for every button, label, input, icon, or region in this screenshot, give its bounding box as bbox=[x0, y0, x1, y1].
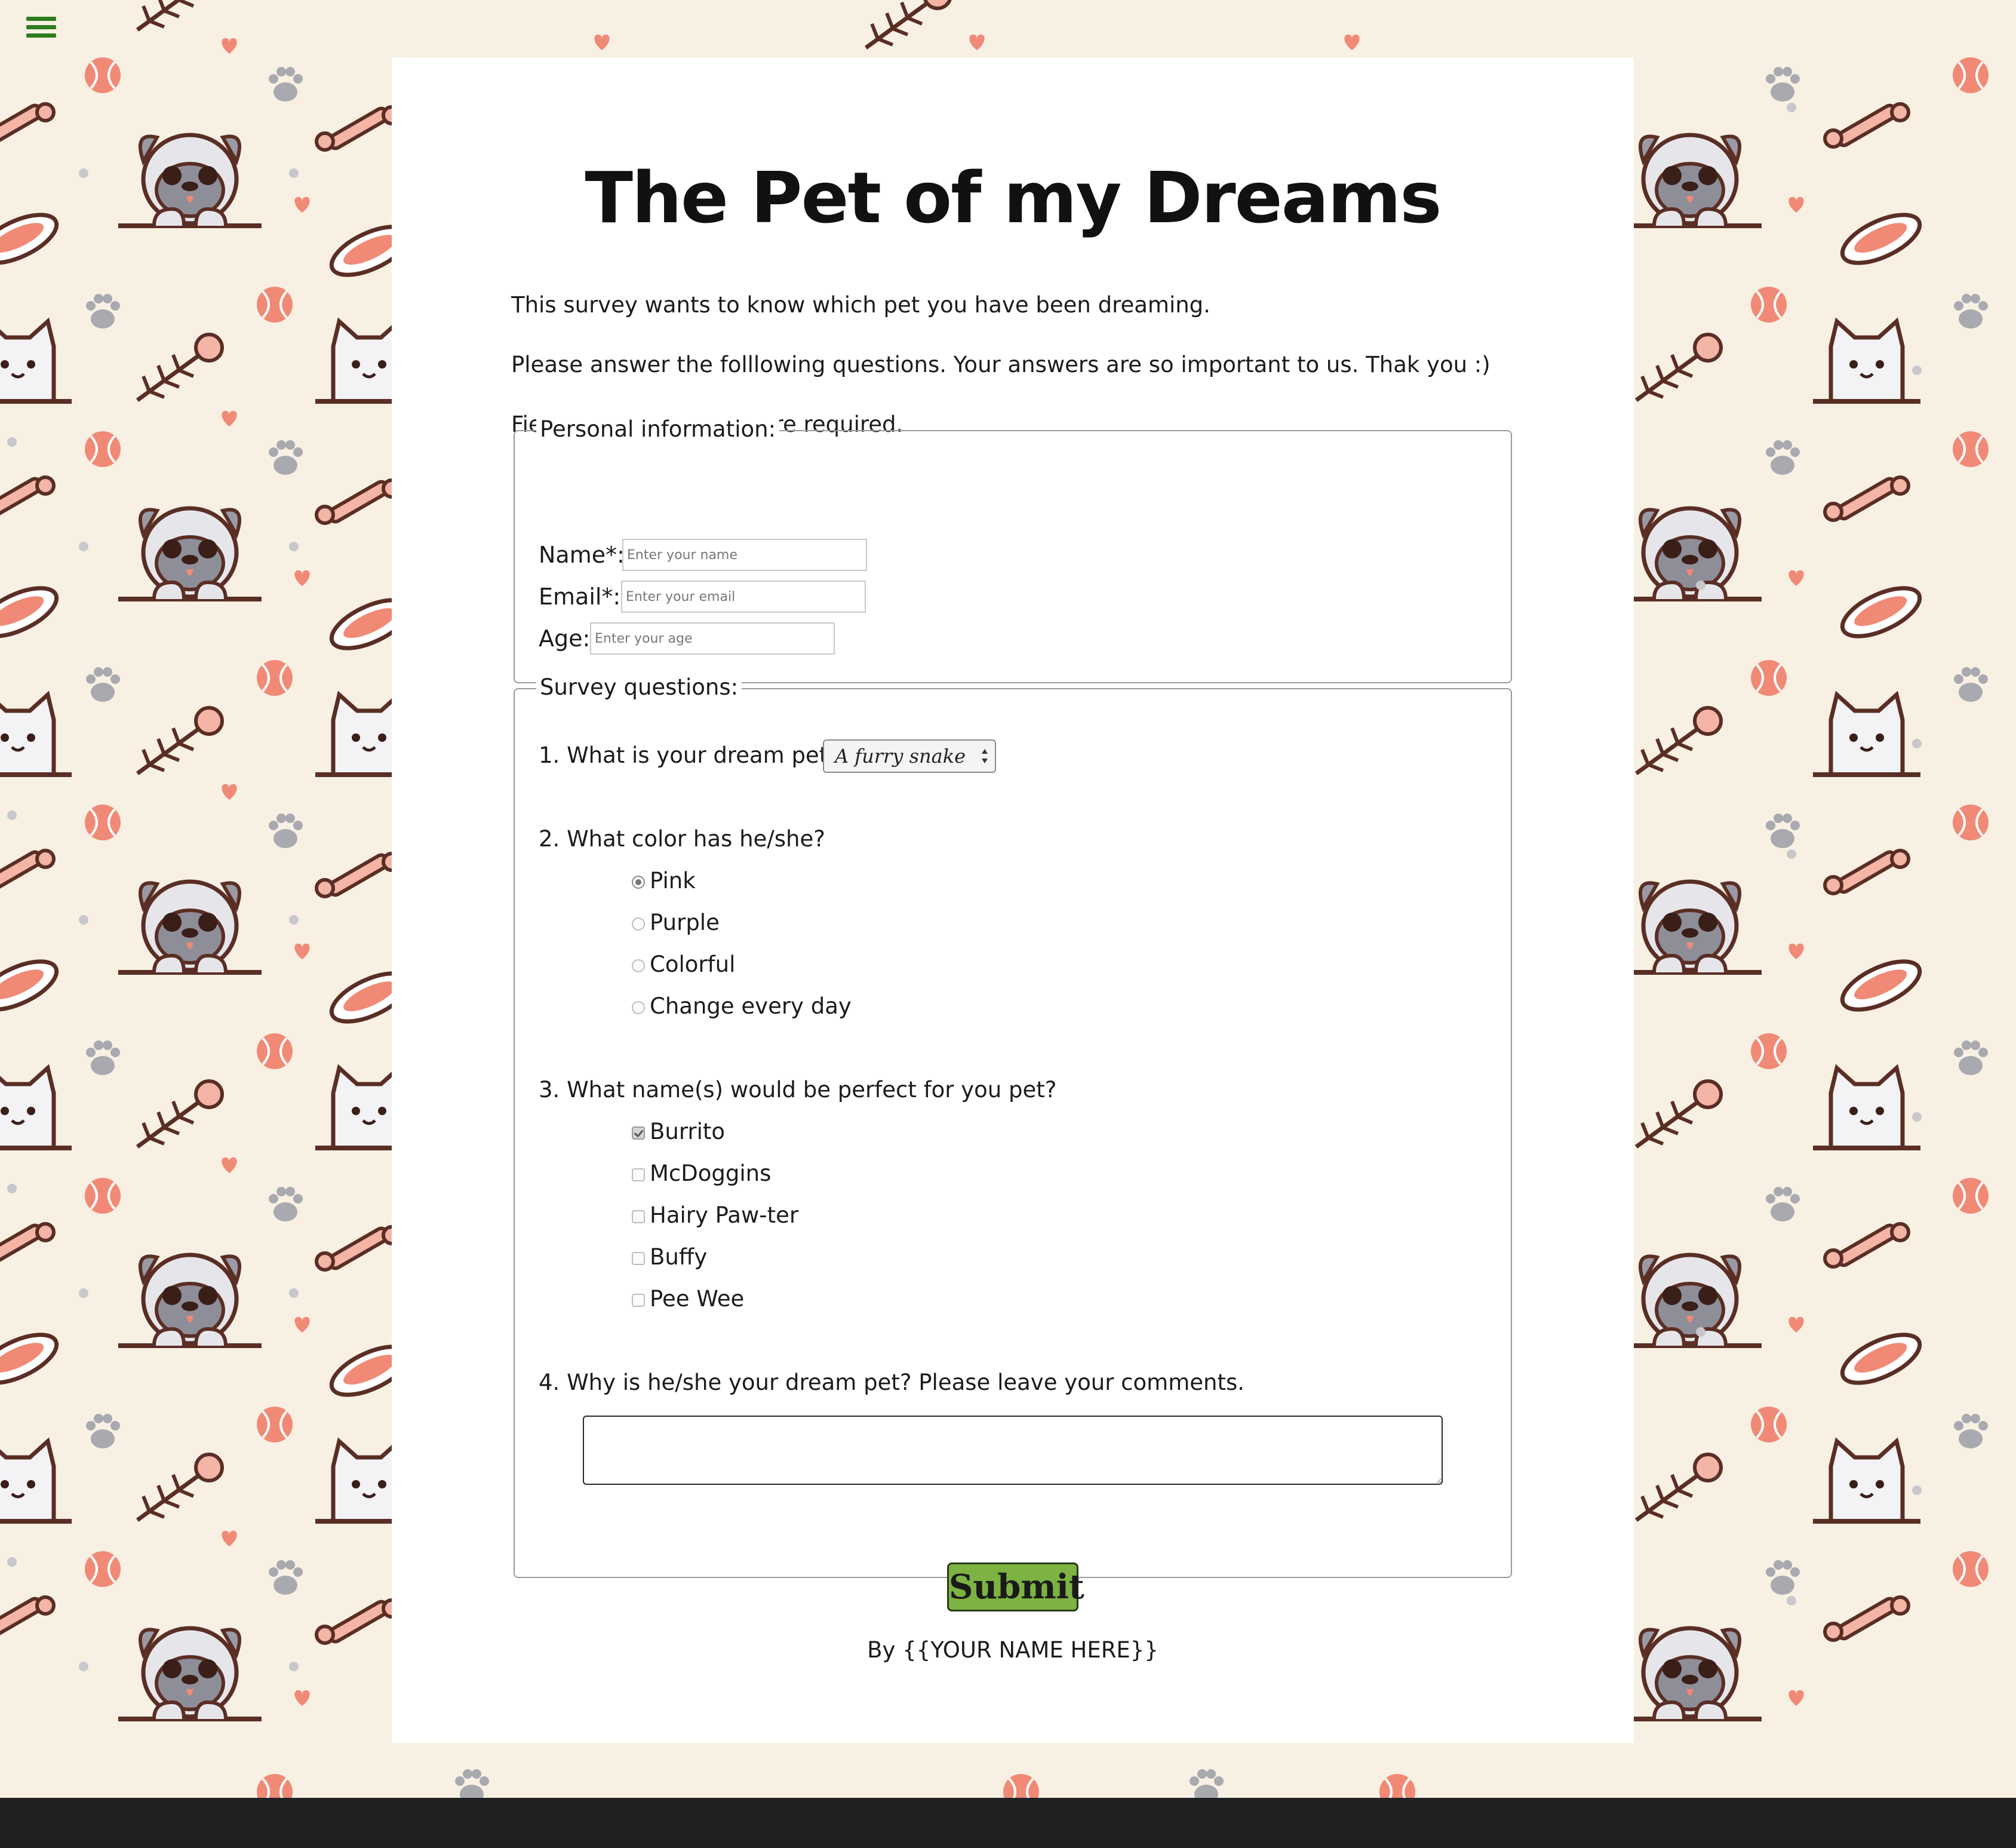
page-title: The Pet of my Dreams bbox=[585, 156, 1442, 239]
personal-information-legend: Personal information: bbox=[536, 415, 780, 444]
color-option-label: Colorful bbox=[650, 951, 736, 977]
survey-card: The Pet of my Dreams This survey wants t… bbox=[392, 57, 1634, 1743]
name-option-label: Pee Wee bbox=[650, 1286, 745, 1312]
name-label: Name*: bbox=[539, 542, 625, 568]
submit-button[interactable]: Submit bbox=[947, 1562, 1084, 1611]
question-2-label: 2. What color has he/she? bbox=[539, 826, 825, 852]
intro-text-1: This survey wants to know which pet you … bbox=[511, 292, 1210, 318]
comments-textarea[interactable] bbox=[583, 1416, 1443, 1485]
email-input[interactable] bbox=[621, 581, 866, 613]
radio-purple[interactable] bbox=[632, 917, 645, 931]
author-byline: By {{YOUR NAME HERE}} bbox=[867, 1637, 1158, 1663]
age-label: Age: bbox=[539, 625, 591, 652]
radio-change-every-day[interactable] bbox=[632, 1001, 645, 1014]
radio-pink-selected[interactable] bbox=[632, 876, 645, 889]
color-option-label: Change every day bbox=[650, 993, 852, 1019]
question-1-label: 1. What is your dream pet? bbox=[539, 742, 840, 768]
radio-colorful[interactable] bbox=[632, 959, 645, 972]
email-label: Email*: bbox=[539, 584, 621, 610]
survey-questions-legend: Survey questions: bbox=[536, 673, 742, 702]
dream-pet-select[interactable]: A furry snake bbox=[823, 739, 996, 773]
color-option-label: Purple bbox=[650, 910, 720, 935]
age-input[interactable] bbox=[590, 622, 835, 655]
color-option-label: Pink bbox=[650, 868, 696, 894]
hamburger-menu-icon[interactable] bbox=[24, 13, 60, 42]
checkbox-burrito-checked[interactable] bbox=[632, 1126, 645, 1140]
name-input[interactable] bbox=[622, 539, 867, 571]
personal-information-fieldset: Personal information: Name*: Email*: Age… bbox=[514, 415, 1512, 683]
checkbox-hairy-paw-ter[interactable] bbox=[632, 1210, 645, 1223]
name-option-label: McDoggins bbox=[650, 1161, 772, 1186]
checkbox-pee-wee[interactable] bbox=[632, 1294, 645, 1307]
survey-questions-fieldset: Survey questions: 1. What is your dream … bbox=[514, 673, 1512, 1578]
menu-bar-bottom bbox=[26, 33, 56, 38]
question-4-label: 4. Why is he/she your dream pet? Please … bbox=[539, 1370, 1244, 1395]
bottom-bar bbox=[0, 1798, 2016, 1848]
menu-bar-top bbox=[26, 17, 56, 21]
intro-text-2: Please answer the folllowing questions. … bbox=[511, 352, 1491, 377]
name-option-label: Burrito bbox=[650, 1119, 726, 1144]
dream-pet-select-value: A furry snake bbox=[835, 745, 966, 768]
name-option-label: Buffy bbox=[650, 1244, 708, 1270]
menu-bar-middle bbox=[26, 25, 56, 29]
name-option-label: Hairy Paw-ter bbox=[650, 1202, 799, 1228]
question-3-label: 3. What name(s) would be perfect for you… bbox=[539, 1077, 1057, 1103]
select-arrows-icon bbox=[982, 749, 988, 763]
checkbox-buffy[interactable] bbox=[632, 1252, 645, 1265]
checkbox-mcdoggins[interactable] bbox=[632, 1168, 645, 1181]
